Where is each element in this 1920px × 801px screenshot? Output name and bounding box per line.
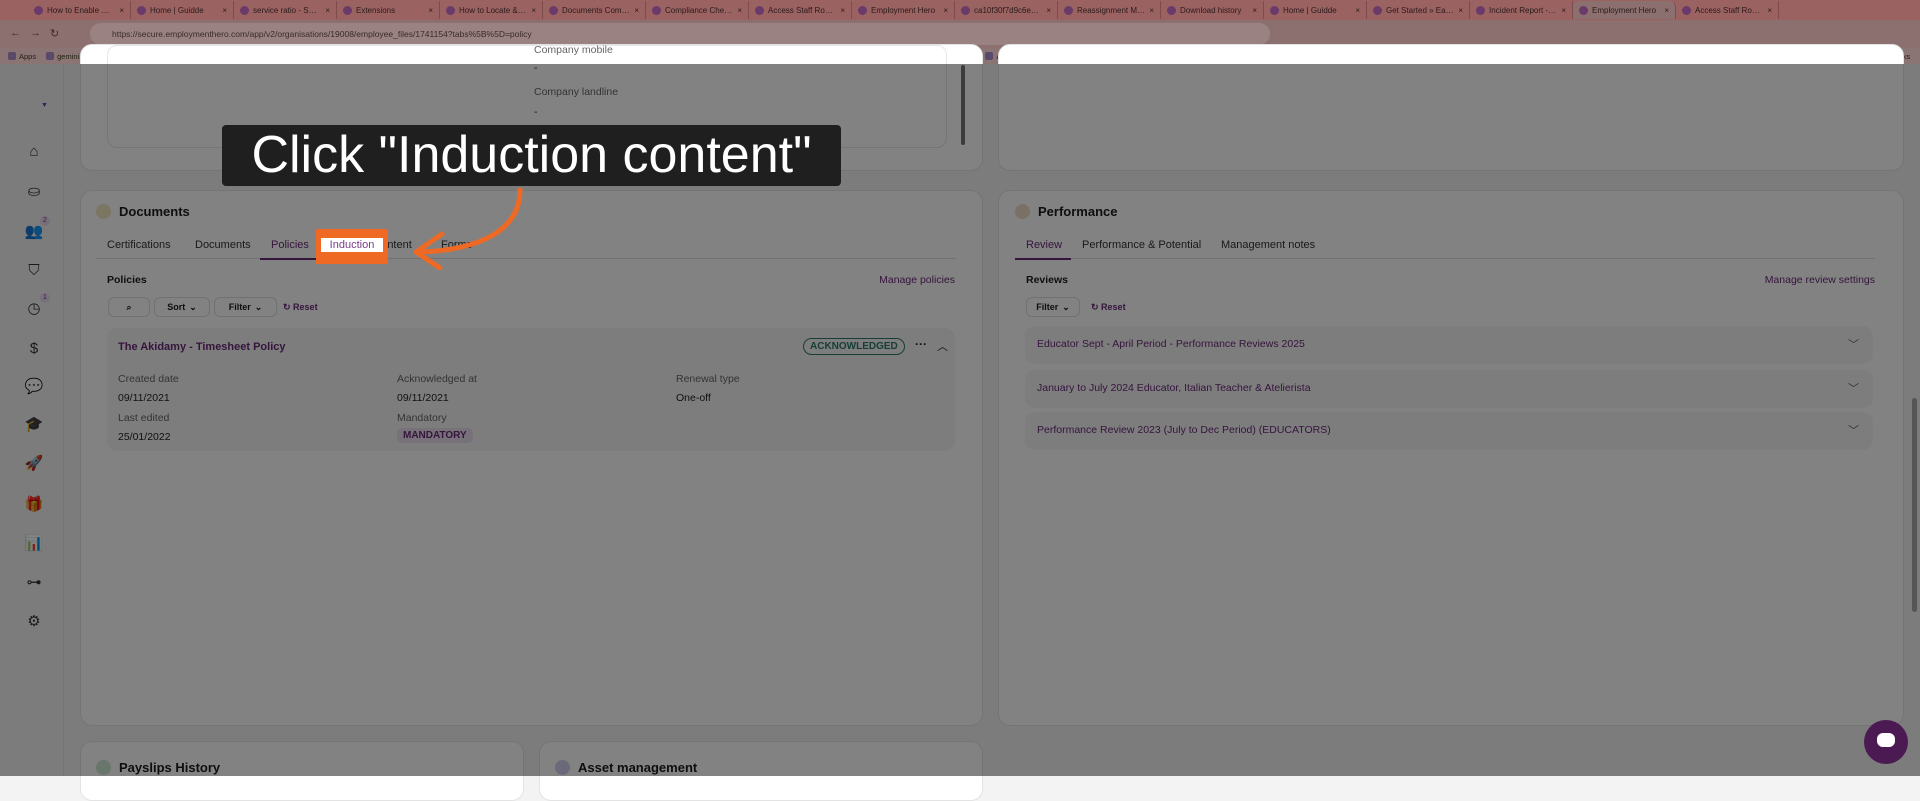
browser-tab[interactable]: Get Started » EarlyW × (1367, 1, 1470, 19)
favicon-icon (1373, 5, 1382, 15)
close-icon[interactable]: × (428, 6, 433, 15)
browser-tab-title: Download history (1180, 5, 1242, 15)
favicon-icon (34, 5, 43, 15)
browser-tab[interactable]: How to Locate & Acc × (440, 1, 543, 19)
induction-highlight-label: Induction (321, 238, 383, 252)
browser-tab-title: Access Staff Roster U (768, 5, 837, 15)
close-icon[interactable]: × (222, 6, 227, 15)
close-icon[interactable]: × (1664, 6, 1669, 15)
forward-icon[interactable]: → (30, 27, 41, 39)
company-mobile-label: Company mobile (534, 44, 613, 56)
page-scrollbar[interactable] (1912, 398, 1917, 612)
close-icon[interactable]: × (1149, 6, 1154, 15)
browser-tab[interactable]: Download history × (1161, 1, 1264, 19)
browser-tab-title: Documents Complian (562, 5, 630, 15)
reload-icon[interactable]: ↻ (50, 27, 59, 40)
close-icon[interactable]: × (119, 6, 124, 15)
favicon-icon (1064, 5, 1073, 15)
browser-tab-title: Extensions (356, 5, 396, 15)
browser-tab-title: Reassignment Manag (1077, 5, 1145, 15)
close-icon[interactable]: × (1252, 6, 1257, 15)
favicon-icon (1579, 5, 1588, 15)
favicon-icon (240, 5, 249, 15)
browser-tab-title: service ratio - SmartC (253, 5, 321, 15)
close-icon[interactable]: × (325, 6, 330, 15)
close-icon[interactable]: × (1767, 6, 1772, 15)
close-icon[interactable]: × (531, 6, 536, 15)
favicon-icon (1476, 5, 1485, 15)
close-icon[interactable]: × (840, 6, 845, 15)
browser-tab[interactable]: ca10f30f7d9c6eed-Sc× (955, 1, 1058, 19)
induction-highlight[interactable]: Induction (316, 229, 388, 264)
close-icon[interactable]: × (1458, 6, 1463, 15)
favicon-icon (343, 5, 352, 15)
url-text: https://secure.employmenthero.com/app/v2… (112, 29, 532, 39)
browser-tab-title: How to Locate & Acc (459, 5, 528, 15)
favicon-icon (755, 5, 764, 15)
bookmark-label: Apps (19, 51, 37, 61)
browser-tab[interactable]: Access Staff Roster U× (1676, 1, 1779, 19)
favicon-icon (961, 5, 970, 15)
url-input[interactable]: https://secure.employmenthero.com/app/v2… (90, 23, 1270, 45)
close-icon[interactable]: × (1046, 6, 1051, 15)
browser-tab[interactable]: Documents Complian × (543, 1, 646, 19)
bookmark-icon (985, 52, 994, 60)
chat-launcher-button[interactable] (1864, 720, 1908, 764)
browser-tab[interactable]: How to Enable Microp × (28, 1, 131, 19)
browser-tab-title: ca10f30f7d9c6eed-Sc (974, 5, 1043, 15)
browser-tab[interactable]: Extensions × (337, 1, 440, 19)
browser-tab[interactable]: Home | Guidde × (131, 1, 234, 19)
close-icon[interactable]: × (634, 6, 639, 15)
close-icon[interactable]: × (737, 6, 742, 15)
favicon-icon (858, 5, 867, 15)
browser-tab-title: Home | Guidde (150, 5, 204, 15)
browser-tab-title: Get Started » EarlyW (1386, 5, 1455, 15)
favicon-icon (1682, 5, 1691, 15)
favicon-icon (446, 5, 455, 15)
browser-tab-title: Employment Hero (1592, 5, 1657, 15)
browser-tab-strip: How to Enable Microp×Home | Guidde×servi… (0, 0, 1920, 20)
close-icon[interactable]: × (1561, 6, 1566, 15)
pointer-arrow-icon (413, 187, 523, 270)
browser-tab-title: Access Staff Roster U (1695, 5, 1764, 15)
favicon-icon (1167, 5, 1176, 15)
back-icon[interactable]: ← (10, 27, 21, 39)
browser-tab-title: How to Enable Microp (47, 5, 115, 15)
browser-tab[interactable]: service ratio - SmartC × (234, 1, 337, 19)
bookmark-icon (8, 52, 16, 60)
instruction-bubble: Click "Induction content" (222, 125, 841, 186)
browser-tab[interactable]: Employment Hero × (852, 1, 955, 19)
bookmark-icon (46, 52, 55, 60)
favicon-icon (1270, 5, 1279, 15)
browser-tab[interactable]: Compliance Checklist × (646, 1, 749, 19)
browser-tab[interactable]: Employment Hero × (1573, 1, 1676, 19)
close-icon[interactable]: × (943, 6, 948, 15)
browser-tab-title: Compliance Checklist (665, 5, 733, 15)
browser-tab-title: Employment Hero (871, 5, 936, 15)
close-icon[interactable]: × (1355, 6, 1360, 15)
favicon-icon (137, 5, 146, 15)
bookmark-item[interactable]: Apps (8, 52, 36, 61)
browser-tab[interactable]: Access Staff Roster U× (749, 1, 852, 19)
favicon-icon (652, 5, 661, 15)
browser-tab[interactable]: Reassignment Manag × (1058, 1, 1161, 19)
chat-icon (1877, 733, 1895, 747)
browser-tab-title: Home | Guidde (1283, 5, 1337, 15)
browser-tab[interactable]: Home | Guidde × (1264, 1, 1367, 19)
favicon-icon (549, 5, 558, 15)
browser-tab[interactable]: Incident Report - Earl × (1470, 1, 1573, 19)
browser-tab-title: Incident Report - Earl (1489, 5, 1558, 15)
